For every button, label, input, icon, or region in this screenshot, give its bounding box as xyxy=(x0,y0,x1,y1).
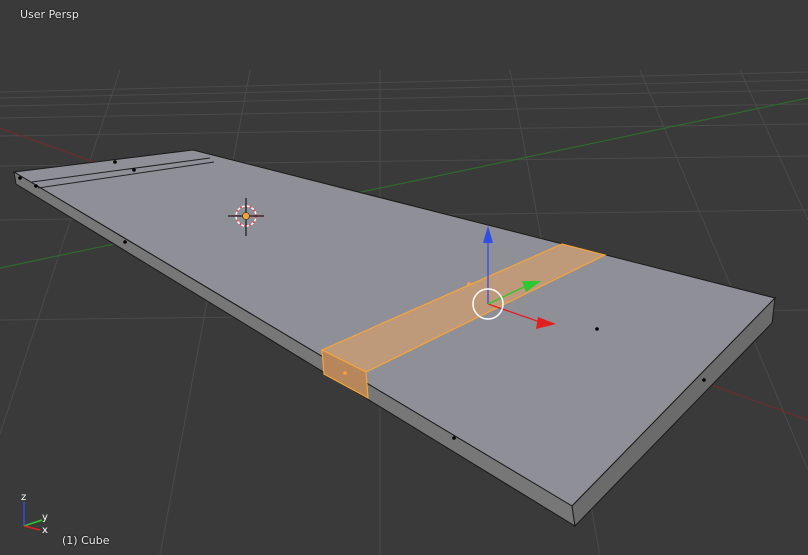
view-mode-label: User Persp xyxy=(20,8,79,21)
gizmo-y-label: y xyxy=(42,512,48,523)
gizmo-z-label: z xyxy=(21,492,26,503)
3d-viewport[interactable]: z y x User Persp (1) Cube xyxy=(0,0,808,555)
axis-gizmo-icon: z y x xyxy=(21,492,48,536)
gizmo-x-label: x xyxy=(42,525,48,536)
cube-mesh[interactable] xyxy=(12,149,776,528)
scene-canvas[interactable]: z y x xyxy=(0,0,808,555)
active-object-label: (1) Cube xyxy=(62,534,110,547)
